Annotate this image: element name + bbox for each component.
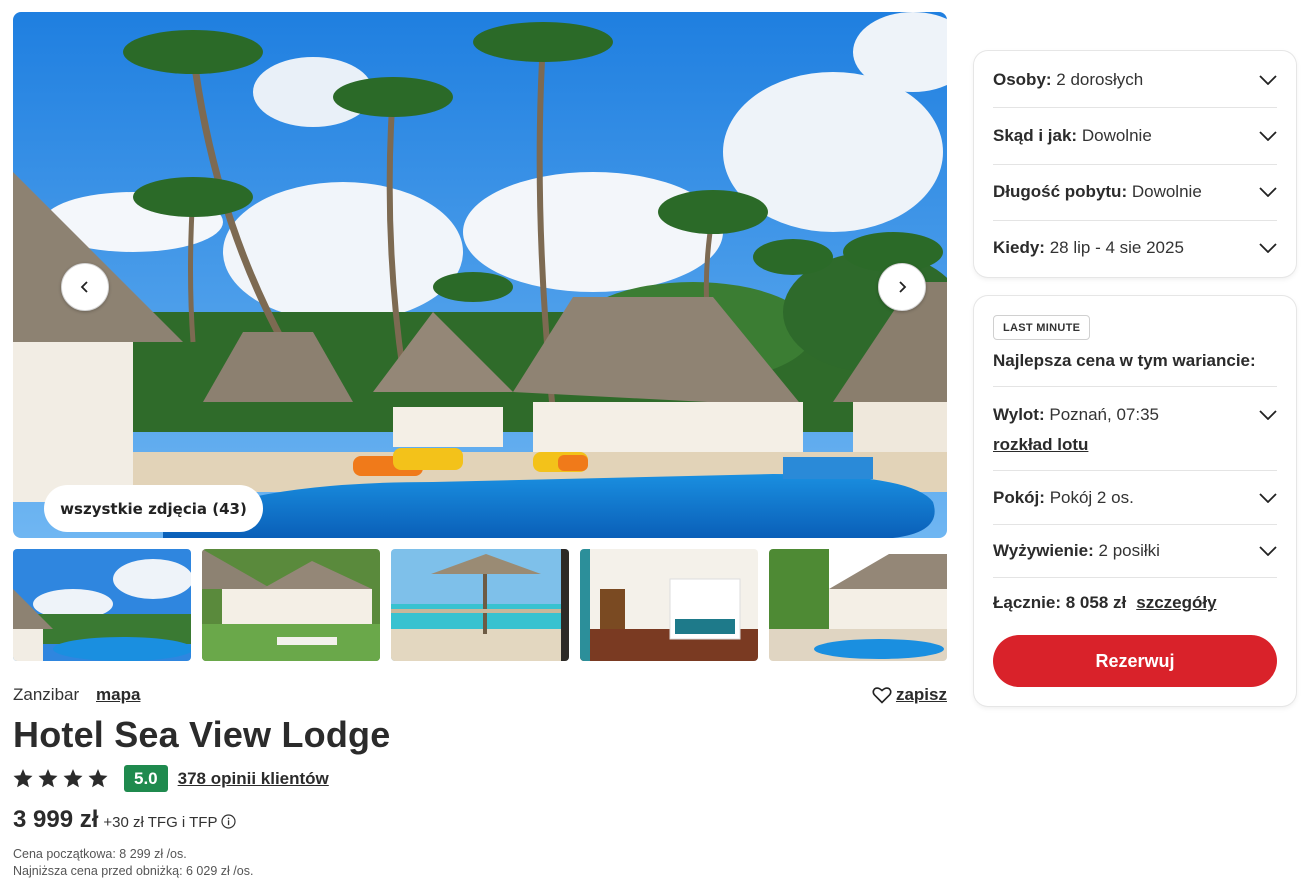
save-label: zapisz — [895, 685, 947, 704]
rating-row: 5.0 378 opinii klientów — [13, 765, 329, 792]
star-icon — [38, 769, 58, 788]
offer-panel: LAST MINUTE Najlepsza cena w tym warianc… — [974, 296, 1296, 706]
all-photos-button[interactable]: wszystkie zdjęcia (43) — [44, 485, 263, 532]
score-badge: 5.0 — [124, 765, 168, 792]
filter-dates[interactable]: Kiedy: 28 lip - 4 sie 2025 — [993, 236, 1277, 260]
flight-label: Wylot: — [993, 405, 1045, 424]
room-label: Pokój: — [993, 488, 1045, 507]
filter-label: Kiedy: — [993, 238, 1045, 257]
flight-value: Poznań, 07:35 — [1049, 405, 1160, 424]
filter-value: Dowolnie — [1081, 126, 1152, 145]
filter-duration[interactable]: Długość pobytu: Dowolnie — [993, 180, 1277, 204]
filter-value: 2 dorosłych — [1056, 70, 1144, 89]
filter-label: Osoby: — [993, 70, 1052, 89]
map-link[interactable]: mapa — [96, 685, 140, 705]
divider — [993, 164, 1277, 165]
chevron-down-icon — [1259, 410, 1277, 420]
chevron-down-icon — [1259, 243, 1277, 253]
filter-departure[interactable]: Skąd i jak: Dowolnie — [993, 124, 1277, 148]
next-photo-button[interactable] — [878, 263, 926, 311]
chevron-down-icon — [1259, 131, 1277, 141]
initial-price-note: Cena początkowa: 8 299 zł /os. — [13, 847, 187, 861]
room-value: Pokój 2 os. — [1049, 488, 1134, 507]
details-link[interactable]: szczegóły — [1136, 593, 1216, 613]
chevron-down-icon — [1259, 187, 1277, 197]
hotel-stars — [13, 769, 108, 788]
resort-photo — [13, 12, 947, 538]
star-icon — [88, 769, 108, 788]
chevron-right-icon — [899, 281, 907, 293]
price-extra: +30 zł TFG i TFP — [103, 814, 218, 831]
meals-label: Wyżywienie: — [993, 541, 1094, 560]
location-row: Zanzibar mapa zapisz — [13, 685, 947, 709]
filter-label: Długość pobytu: — [993, 182, 1128, 201]
book-button[interactable]: Rezerwuj — [993, 635, 1277, 687]
heart-icon — [872, 687, 892, 704]
thumbnail-5[interactable] — [769, 549, 947, 661]
star-icon — [13, 769, 33, 788]
main-photo[interactable]: wszystkie zdjęcia (43) — [13, 12, 947, 538]
thumbnail-2[interactable] — [202, 549, 380, 661]
region-label: Zanzibar — [13, 685, 80, 704]
thumbnail-1[interactable] — [13, 549, 191, 661]
offer-title: Najlepsza cena w tym wariancie: — [993, 351, 1256, 370]
hotel-name: Hotel Sea View Lodge — [13, 714, 391, 755]
flight-selector[interactable]: Wylot: Poznań, 07:35 — [993, 403, 1277, 427]
room-selector[interactable]: Pokój: Pokój 2 os. — [993, 486, 1277, 510]
filter-label: Skąd i jak: — [993, 126, 1078, 145]
thumbnail-strip — [13, 549, 947, 661]
thumbnail-3[interactable] — [391, 549, 569, 661]
total-price: Łącznie: 8 058 zł — [993, 593, 1127, 612]
chevron-left-icon — [80, 281, 88, 293]
star-icon — [63, 769, 83, 788]
price-value: 3 999 zł — [13, 806, 99, 833]
filter-persons[interactable]: Osoby: 2 dorosłych — [993, 68, 1277, 92]
divider — [993, 524, 1277, 525]
meals-value: 2 posiłki — [1098, 541, 1160, 560]
prev-photo-button[interactable] — [61, 263, 109, 311]
divider — [993, 107, 1277, 108]
info-icon[interactable] — [221, 814, 237, 829]
chevron-down-icon — [1259, 546, 1277, 556]
divider — [993, 220, 1277, 221]
last-minute-badge: LAST MINUTE — [993, 315, 1091, 340]
divider — [993, 577, 1277, 578]
thumbnail-4[interactable] — [580, 549, 758, 661]
price-row: 3 999 zł +30 zł TFG i TFP — [13, 806, 237, 834]
total-price-row: Łącznie: 8 058 zł szczegóły — [993, 593, 1217, 613]
filter-value: Dowolnie — [1131, 182, 1202, 201]
filter-value: 28 lip - 4 sie 2025 — [1049, 238, 1184, 257]
flight-schedule-link[interactable]: rozkład lotu — [993, 435, 1088, 455]
meals-selector[interactable]: Wyżywienie: 2 posiłki — [993, 539, 1277, 563]
save-button[interactable]: zapisz — [872, 685, 947, 705]
divider — [993, 470, 1277, 471]
lowest-price-note: Najniższa cena przed obniżką: 6 029 zł /… — [13, 864, 254, 878]
divider — [993, 386, 1277, 387]
chevron-down-icon — [1259, 75, 1277, 85]
reviews-link[interactable]: 378 opinii klientów — [178, 769, 329, 789]
chevron-down-icon — [1259, 493, 1277, 503]
search-filters-panel: Osoby: 2 dorosłych Skąd i jak: Dowolnie … — [974, 51, 1296, 277]
